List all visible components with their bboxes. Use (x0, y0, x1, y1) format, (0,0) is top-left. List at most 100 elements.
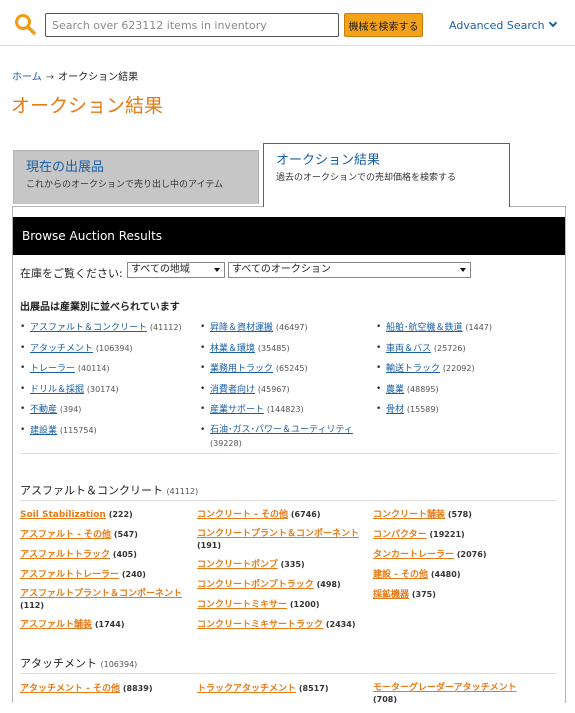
subcategory-link[interactable]: アタッチメント - その他 (20, 684, 120, 694)
subcategory-count: (191) (197, 541, 222, 550)
subcategory-link[interactable]: 採鉱機器 (373, 590, 409, 600)
breadcrumb-home-link[interactable]: ホーム (12, 72, 42, 83)
section-title: アスファルト＆コンクリート (20, 484, 163, 497)
advanced-search-link[interactable]: Advanced Search (449, 18, 557, 32)
industry-item: 石油･ガス･パワー＆ユーティリティ (39228) (200, 424, 353, 451)
subcategory-link[interactable]: 建設 - その他 (373, 570, 428, 580)
industry-link[interactable]: 昇降＆資材運搬 (210, 323, 273, 333)
region-select-value: すべての地域 (131, 264, 190, 275)
industry-count: (48895) (406, 384, 439, 394)
industry-item: 骨材 (15589) (376, 403, 492, 417)
subcategory-item: アスファルト - その他 (547) (20, 529, 182, 541)
industry-link[interactable]: ドリル＆採掘 (30, 385, 84, 395)
advanced-search-label: Advanced Search (449, 19, 545, 32)
subcategory-link[interactable]: コンクリートポンプトラック (197, 580, 314, 590)
industry-item: 昇降＆資材運搬 (46497) (200, 321, 353, 335)
search-icon[interactable] (13, 12, 37, 36)
industry-link[interactable]: 産業サポート (210, 405, 264, 415)
subcategory-count: (375) (411, 590, 436, 599)
subcategory-item: アスファルトトレーラー (240) (20, 569, 182, 581)
subcategory-count: (578) (447, 510, 472, 519)
industry-link[interactable]: 建設業 (30, 426, 57, 436)
breadcrumb-current: オークション結果 (58, 72, 139, 83)
subcategory-link[interactable]: アスファルトトラック (20, 550, 110, 560)
industry-count: (106394) (95, 343, 133, 353)
subcategory-link[interactable]: Soil Stabilization (20, 510, 106, 520)
tab-current-listings[interactable]: 現在の出展品 これからのオークションで売り出し中のアイテム (13, 150, 259, 204)
subcategory-list-col2: トラックアタッチメント (8517) (197, 683, 328, 703)
subcategory-link[interactable]: コンクリートミキサー (197, 600, 287, 610)
dropdown-arrow-icon (460, 268, 466, 272)
industry-item: 業務用トラック (65245) (200, 362, 353, 376)
search-input[interactable] (45, 13, 339, 37)
subcategory-link[interactable]: アスファルトトレーラー (20, 570, 119, 580)
subcategory-item: コンパクター (19221) (373, 529, 486, 541)
industry-count: (65245) (275, 364, 308, 373)
industry-link[interactable]: アスファルト＆コンクリート (30, 323, 147, 333)
subcategory-item: タンカートレーラー (2076) (373, 549, 486, 561)
industry-link[interactable]: トレーラー (30, 364, 75, 374)
subcategory-link[interactable]: コンクリート舗装 (373, 510, 445, 520)
industry-link[interactable]: 農業 (386, 385, 404, 395)
subcategory-count: (4480) (430, 570, 461, 579)
subcategory-count: (19221) (429, 530, 465, 539)
subcategory-count: (112) (20, 601, 45, 610)
section-heading-attachments: アタッチメント (106394) (20, 655, 137, 671)
section-count: (106394) (100, 660, 138, 669)
search-button[interactable]: 機械を検索する (344, 13, 423, 37)
section-title: アタッチメント (20, 657, 97, 670)
subcategory-link[interactable]: コンパクター (373, 530, 427, 540)
subcategory-link[interactable]: トラックアタッチメント (197, 684, 296, 694)
industry-link[interactable]: 林業＆環境 (210, 344, 255, 354)
subcategory-item: アタッチメント - その他 (8839) (20, 683, 152, 695)
industry-item: 消費者向け (45967) (200, 383, 353, 397)
industry-link[interactable]: 不動産 (30, 405, 57, 415)
industry-link[interactable]: 骨材 (386, 405, 404, 415)
region-select[interactable]: すべての地域 (127, 262, 225, 278)
subcategory-link[interactable]: コンクリート - その他 (197, 510, 288, 520)
divider (20, 453, 557, 454)
subcategory-count: (6746) (290, 510, 321, 519)
industry-list-col2: 昇降＆資材運搬 (46497) 林業＆環境 (35485) 業務用トラック (6… (200, 321, 353, 457)
subcategory-list-col1: Soil Stabilization (222) アスファルト - その他 (5… (20, 509, 182, 639)
top-search-bar: 機械を検索する Advanced Search (0, 0, 575, 46)
industry-count: (115754) (59, 425, 97, 435)
subcategory-link[interactable]: モーターグレーダーアタッチメント (373, 683, 517, 693)
subcategory-link[interactable]: タンカートレーラー (373, 550, 454, 560)
industry-item: 建設業 (115754) (20, 424, 182, 438)
industry-link[interactable]: 石油･ガス･パワー＆ユーティリティ (210, 425, 353, 435)
subcategory-link[interactable]: アスファルトプラント＆コンポーネント (20, 589, 182, 599)
subcategory-link[interactable]: コンクリートポンプ (197, 560, 278, 570)
industry-item: アスファルト＆コンクリート (41112) (20, 321, 182, 335)
industry-count: (15589) (406, 405, 439, 414)
industry-link[interactable]: 船舶･航空機＆鉄道 (386, 323, 463, 333)
subcategory-item: Soil Stabilization (222) (20, 509, 182, 521)
industry-link[interactable]: アタッチメント (30, 344, 93, 354)
tab-auction-results[interactable]: オークション結果 過去のオークションでの売却価格を検索する (263, 143, 510, 207)
subcategory-link[interactable]: アスファルト - その他 (20, 530, 111, 540)
subcategory-count: (708) (373, 695, 398, 704)
industry-link[interactable]: 業務用トラック (210, 364, 273, 374)
industry-count: (144823) (266, 405, 304, 414)
subcategory-item: アスファルトトラック (405) (20, 549, 182, 561)
industry-link[interactable]: 輸送トラック (386, 364, 440, 374)
industry-count: (25726) (433, 343, 466, 353)
subcategory-count: (240) (121, 570, 146, 579)
subcategory-count: (8839) (122, 684, 153, 693)
subcategory-link[interactable]: コンクリートプラント＆コンポーネント (197, 529, 359, 539)
industry-count: (35485) (257, 343, 290, 353)
subcategory-item: コンクリートミキサートラック (2434) (197, 619, 359, 631)
industry-item: 産業サポート (144823) (200, 403, 353, 417)
tab-subtitle: これからのオークションで売り出し中のアイテム (26, 180, 224, 190)
industry-count: (1447) (465, 323, 492, 332)
industry-link[interactable]: 車両＆バス (386, 344, 431, 354)
subcategory-count: (405) (112, 550, 137, 559)
industry-item: 林業＆環境 (35485) (200, 342, 353, 356)
subcategory-link[interactable]: コンクリートミキサートラック (197, 620, 323, 630)
industry-link[interactable]: 消費者向け (210, 385, 255, 395)
subcategory-item: トラックアタッチメント (8517) (197, 683, 328, 695)
subcategory-link[interactable]: アスファルト舗装 (20, 620, 92, 630)
auction-select[interactable]: すべてのオークション (228, 262, 471, 278)
industry-count: (40114) (77, 364, 110, 373)
subcategory-count: (547) (113, 530, 138, 539)
